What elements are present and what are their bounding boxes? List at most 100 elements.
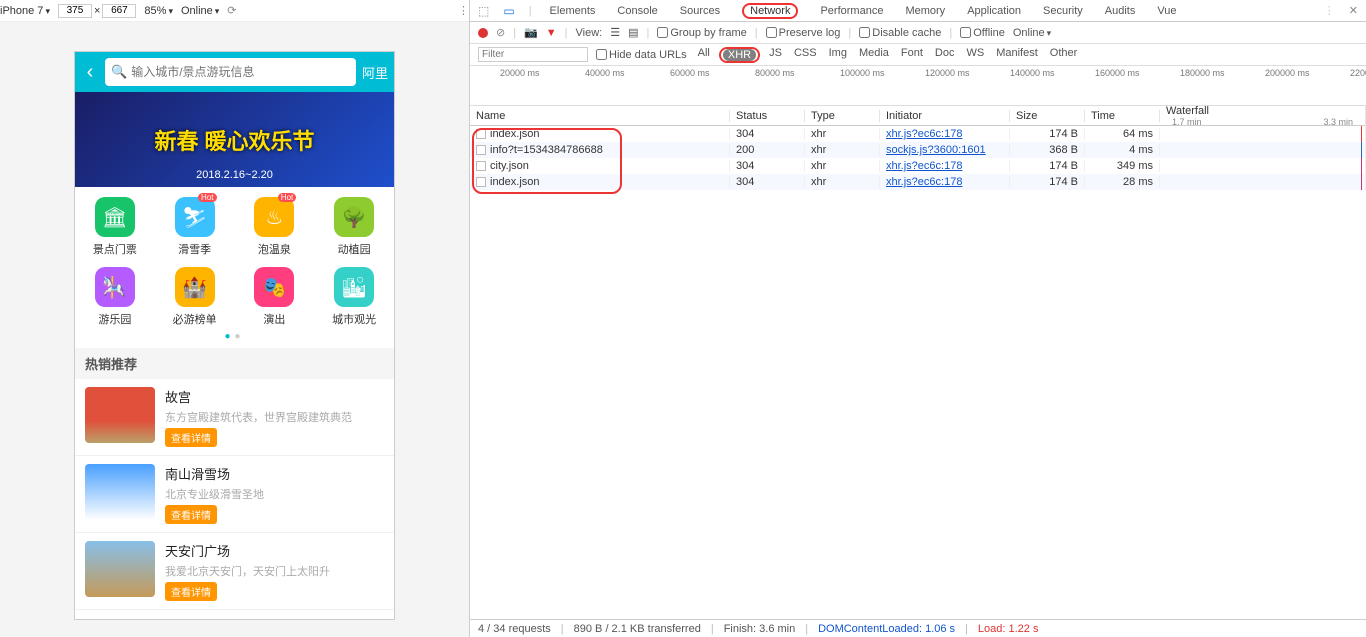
- filter-type-doc[interactable]: Doc: [932, 47, 958, 63]
- devtools-tab-sources[interactable]: Sources: [676, 3, 724, 19]
- back-icon[interactable]: ‹: [81, 61, 99, 84]
- hide-dataurl-check[interactable]: Hide data URLs: [596, 49, 687, 61]
- capture-screenshot-icon[interactable]: 📷: [524, 26, 538, 39]
- category-item[interactable]: 🏛景点门票: [75, 197, 155, 257]
- recommendation-item[interactable]: 故宫东方宫殿建筑代表，世界宫殿建筑典范查看详情: [75, 379, 394, 456]
- record-icon[interactable]: [478, 28, 488, 38]
- timeline-tick: 180000 ms: [1180, 68, 1225, 78]
- network-toolbar: ⊘ | 📷 ▼ | View: ☰ ▤ | Group by frame | P…: [470, 22, 1366, 44]
- cell-initiator[interactable]: sockjs.js?3600:1601: [880, 144, 1010, 156]
- cell-waterfall: [1160, 174, 1366, 190]
- group-frame-check[interactable]: Group by frame: [657, 27, 746, 39]
- clear-icon[interactable]: ⊘: [496, 26, 505, 39]
- category-icon: ⛷: [175, 197, 215, 237]
- cell-type: xhr: [805, 144, 880, 156]
- devtools-tab-network[interactable]: Network: [738, 3, 802, 19]
- width-input[interactable]: [58, 4, 92, 18]
- timeline-tick: 140000 ms: [1010, 68, 1055, 78]
- filter-input[interactable]: [478, 47, 588, 62]
- preserve-log-check[interactable]: Preserve log: [766, 27, 841, 39]
- devtools-tab-audits[interactable]: Audits: [1101, 3, 1140, 19]
- large-rows-icon[interactable]: ☰: [610, 26, 620, 39]
- network-row[interactable]: index.json304xhrxhr.js?ec6c:178174 B28 m…: [470, 174, 1366, 190]
- pager-dots[interactable]: ●●: [75, 331, 394, 342]
- filter-type-other[interactable]: Other: [1047, 47, 1081, 63]
- col-waterfall[interactable]: Waterfall 1.7 min3.3 min: [1160, 105, 1366, 127]
- category-item[interactable]: 🏰必游榜单: [155, 267, 235, 327]
- filter-type-font[interactable]: Font: [898, 47, 926, 63]
- category-item[interactable]: ♨泡温泉Hot: [235, 197, 315, 257]
- device-select[interactable]: iPhone 7: [0, 5, 50, 17]
- file-icon: [476, 129, 486, 139]
- cell-time: 28 ms: [1085, 176, 1160, 188]
- zoom-select[interactable]: 85%: [144, 5, 173, 17]
- throttle-select[interactable]: Online: [1013, 27, 1051, 39]
- col-size[interactable]: Size: [1010, 110, 1085, 122]
- cell-waterfall: [1160, 158, 1366, 174]
- devtools-tab-performance[interactable]: Performance: [816, 3, 887, 19]
- filter-type-img[interactable]: Img: [826, 47, 850, 63]
- category-item[interactable]: 🎭演出: [235, 267, 315, 327]
- col-initiator[interactable]: Initiator: [880, 110, 1010, 122]
- rotate-icon[interactable]: ⟳: [227, 4, 236, 17]
- rec-detail-button[interactable]: 查看详情: [165, 582, 217, 601]
- col-time[interactable]: Time: [1085, 110, 1160, 122]
- col-name[interactable]: Name: [470, 110, 730, 122]
- devtools-tab-security[interactable]: Security: [1039, 3, 1087, 19]
- inspect-icon[interactable]: ⬚: [478, 4, 489, 18]
- cell-initiator[interactable]: xhr.js?ec6c:178: [880, 176, 1010, 188]
- category-item[interactable]: 🎠游乐园: [75, 267, 155, 327]
- section-title: 热销推荐: [75, 348, 394, 379]
- network-select[interactable]: Online: [181, 5, 219, 17]
- banner[interactable]: 新春 暖心欢乐节 2018.2.16~2.20: [75, 92, 394, 187]
- search-input[interactable]: [131, 65, 350, 79]
- overview-icon[interactable]: ▤: [628, 26, 638, 39]
- devtools-tab-console[interactable]: Console: [613, 3, 661, 19]
- devtools-tab-elements[interactable]: Elements: [546, 3, 600, 19]
- city-picker[interactable]: 阿里: [362, 63, 388, 82]
- cell-size: 174 B: [1010, 128, 1085, 140]
- filter-type-css[interactable]: CSS: [791, 47, 820, 63]
- filter-type-ws[interactable]: WS: [963, 47, 987, 63]
- device-mode-icon[interactable]: ▭: [503, 4, 514, 18]
- devtools-tab-memory[interactable]: Memory: [901, 3, 949, 19]
- offline-check[interactable]: Offline: [960, 27, 1005, 39]
- col-status[interactable]: Status: [730, 110, 805, 122]
- filter-type-all[interactable]: All: [695, 47, 713, 63]
- search-icon: 🔍: [111, 64, 127, 80]
- timeline-tick: 200000 ms: [1265, 68, 1310, 78]
- cell-initiator[interactable]: xhr.js?ec6c:178: [880, 128, 1010, 140]
- recommendation-item[interactable]: 天安门广场我爱北京天安门，天安门上太阳升查看详情: [75, 533, 394, 610]
- cell-initiator[interactable]: xhr.js?ec6c:178: [880, 160, 1010, 172]
- rec-detail-button[interactable]: 查看详情: [165, 505, 217, 524]
- devtools-tab-vue[interactable]: Vue: [1153, 3, 1180, 19]
- cell-name: index.json: [470, 176, 730, 188]
- network-row[interactable]: info?t=1534384786688200xhrsockjs.js?3600…: [470, 142, 1366, 158]
- search-box[interactable]: 🔍: [105, 58, 356, 86]
- filter-type-js[interactable]: JS: [766, 47, 785, 63]
- category-label: 城市观光: [332, 311, 376, 327]
- filter-type-media[interactable]: Media: [856, 47, 892, 63]
- category-item[interactable]: 🌳动植园: [314, 197, 394, 257]
- filter-bar: Hide data URLs All XHR JS CSS Img Media Font Do…: [470, 44, 1366, 66]
- category-item[interactable]: ⛷滑雪季Hot: [155, 197, 235, 257]
- height-input[interactable]: [102, 4, 136, 18]
- network-row[interactable]: city.json304xhrxhr.js?ec6c:178174 B349 m…: [470, 158, 1366, 174]
- recommendation-item[interactable]: 南山滑雪场北京专业级滑雪圣地查看详情: [75, 456, 394, 533]
- rec-title: 故宫: [165, 387, 384, 406]
- dim-x: ×: [94, 5, 100, 17]
- network-row[interactable]: index.json304xhrxhr.js?ec6c:178174 B64 m…: [470, 126, 1366, 142]
- devtools-tab-application[interactable]: Application: [963, 3, 1025, 19]
- filter-icon[interactable]: ▼: [546, 27, 557, 39]
- filter-type-xhr[interactable]: XHR: [723, 49, 756, 61]
- close-devtools-icon[interactable]: ✕: [1349, 4, 1358, 17]
- cell-type: xhr: [805, 176, 880, 188]
- rec-detail-button[interactable]: 查看详情: [165, 428, 217, 447]
- filter-type-manifest[interactable]: Manifest: [993, 47, 1041, 63]
- timeline-overview[interactable]: 20000 ms40000 ms60000 ms80000 ms100000 m…: [470, 66, 1366, 106]
- category-item[interactable]: 🏙城市观光: [314, 267, 394, 327]
- timeline-tick: 40000 ms: [585, 68, 625, 78]
- disable-cache-check[interactable]: Disable cache: [859, 27, 941, 39]
- kebab-icon[interactable]: ⋮: [458, 4, 469, 17]
- col-type[interactable]: Type: [805, 110, 880, 122]
